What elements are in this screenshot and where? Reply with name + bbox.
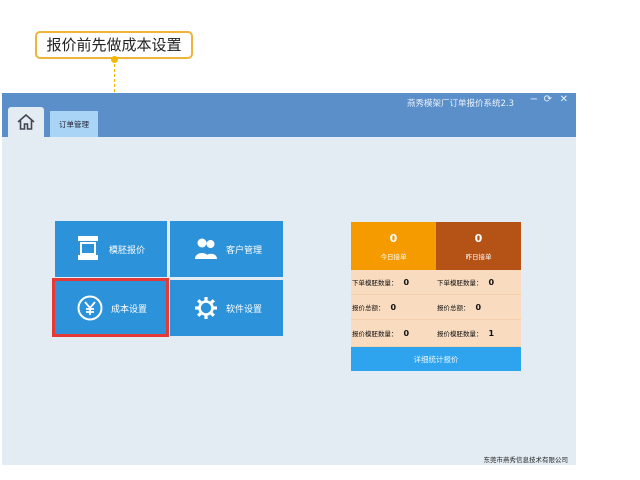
stat-value: 0 [488, 277, 495, 287]
stat-label: 报价模胚数量： [437, 330, 483, 338]
yesterday-orders-box: 0 昨日接单 [436, 222, 521, 270]
stat-value: 0 [403, 328, 410, 338]
users-icon [195, 238, 217, 259]
mold-icon [78, 236, 98, 260]
callout-text: 报价前先做成本设置 [46, 36, 182, 54]
stat-value: 1 [488, 328, 495, 338]
home-icon [17, 114, 35, 130]
software-settings-tile[interactable]: 软件设置 [170, 280, 283, 336]
stat-row: 下单模胚数量： 0 下单模胚数量： 0 [351, 270, 521, 295]
today-orders-label: 今日接单 [380, 253, 407, 261]
stat-label: 下单模胚数量： [437, 279, 483, 287]
home-tab[interactable] [8, 107, 44, 137]
stat-label: 报价总额： [437, 304, 470, 312]
cost-settings-highlight [52, 278, 169, 337]
gear-icon [195, 297, 217, 319]
today-orders-box: 0 今日接单 [351, 222, 436, 270]
company-footer: 东莞市燕秀信息技术有限公司 [483, 456, 569, 464]
stat-label: 报价总额： [352, 304, 385, 312]
mold-quote-tile[interactable]: 模胚报价 [55, 221, 167, 277]
minimize-button[interactable]: − [530, 94, 538, 105]
stat-label: 下单模胚数量： [352, 279, 398, 287]
customer-management-tile[interactable]: 客户管理 [170, 221, 283, 277]
title-bar: 燕秀模架厂订单报价系统2.3 − ⟳ ✕ 订单管理 [2, 93, 576, 137]
tab-order-management[interactable]: 订单管理 [50, 111, 98, 137]
stat-value: 0 [403, 277, 410, 287]
stat-value: 0 [475, 302, 482, 312]
mold-quote-label: 模胚报价 [109, 246, 146, 256]
stats-panel: 0 今日接单 0 昨日接单 下单模胚数量： 0 下单模胚数量： 0 报价总额： 0 报… [351, 222, 521, 371]
software-settings-label: 软件设置 [226, 305, 263, 315]
stat-value: 0 [390, 302, 397, 312]
window-title: 燕秀模架厂订单报价系统2.3 [406, 99, 514, 109]
customer-management-label: 客户管理 [226, 246, 263, 256]
yesterday-orders-label: 昨日接单 [465, 253, 492, 261]
detailed-stats-button[interactable]: 详细统计报价 [351, 347, 521, 371]
restore-button[interactable]: ⟳ [544, 94, 552, 105]
callout-box: 报价前先做成本设置 [35, 31, 193, 59]
stat-row: 报价模胚数量： 0 报价模胚数量： 1 [351, 320, 521, 347]
yesterday-orders-value: 0 [474, 232, 483, 245]
stat-label: 报价模胚数量： [352, 330, 398, 338]
tab-order-management-label: 订单管理 [59, 119, 89, 129]
callout-dot-top [111, 56, 118, 63]
today-orders-value: 0 [389, 232, 398, 245]
stat-row: 报价总额： 0 报价总额： 0 [351, 295, 521, 320]
close-button[interactable]: ✕ [560, 94, 568, 105]
